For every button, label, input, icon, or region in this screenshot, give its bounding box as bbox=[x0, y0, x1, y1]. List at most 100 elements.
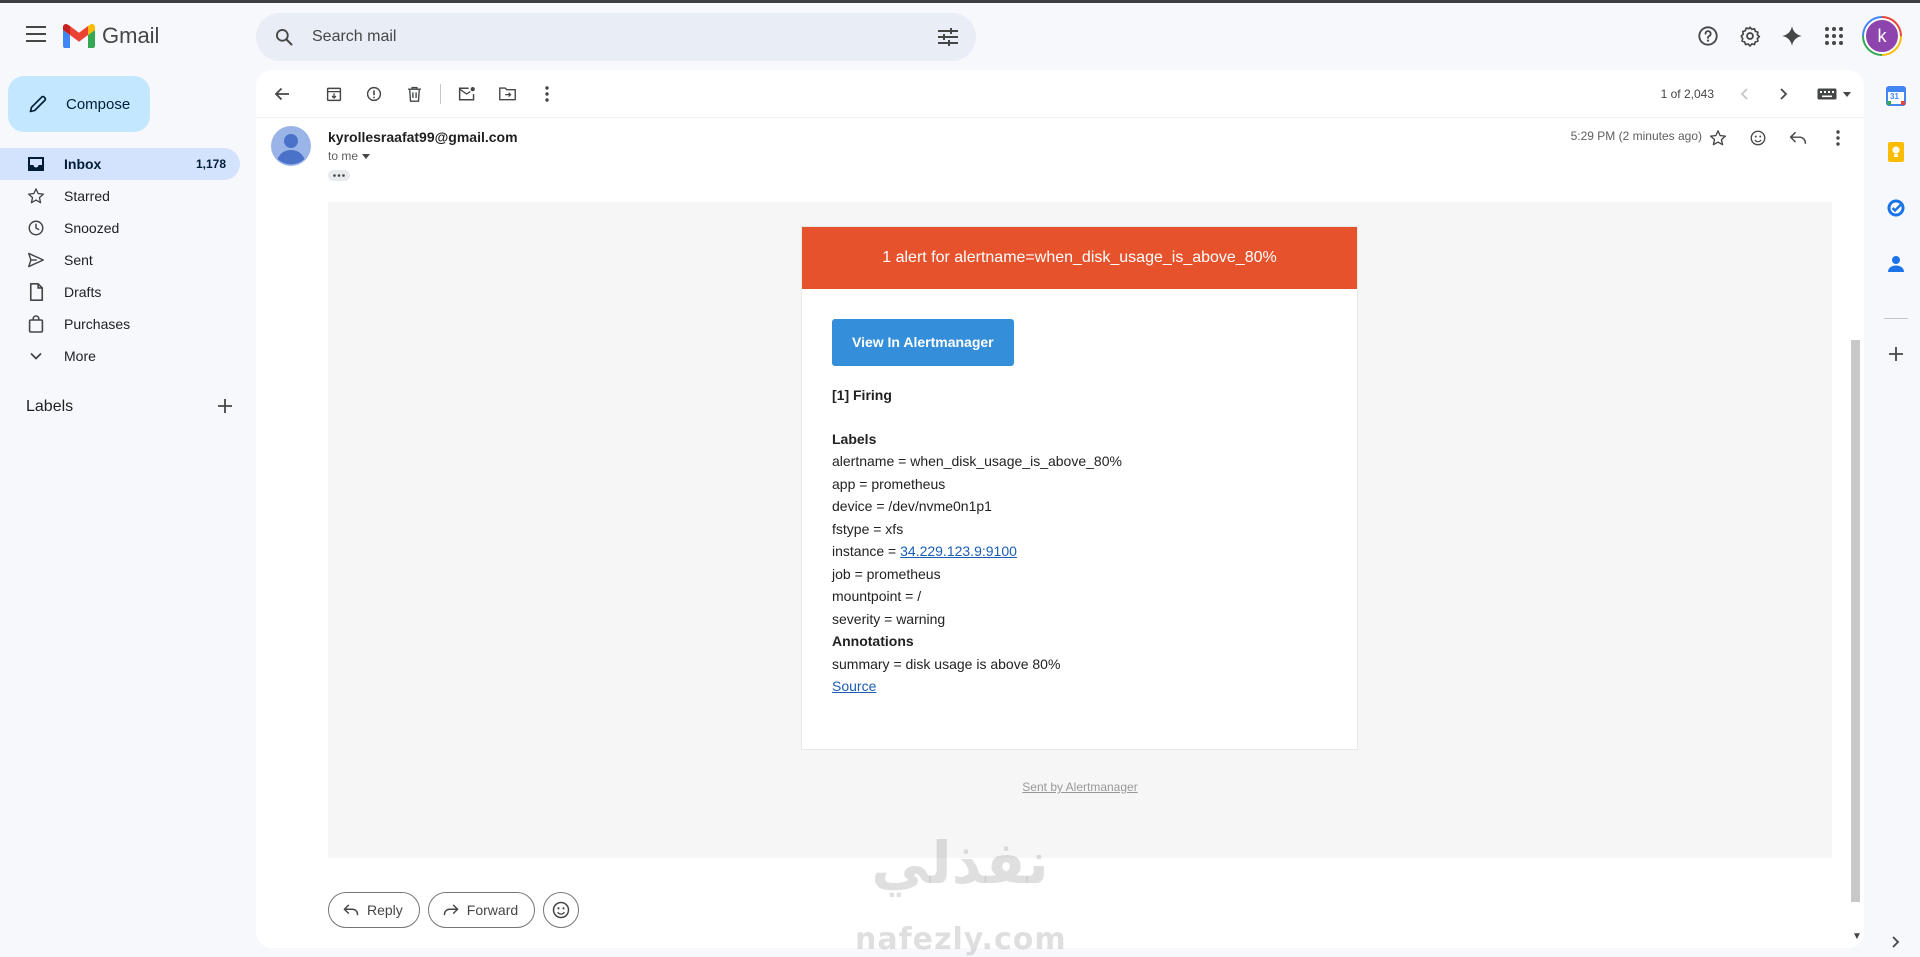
show-trimmed-content-button[interactable] bbox=[328, 170, 350, 181]
label-instance: instance = 34.229.123.9:9100 bbox=[832, 540, 1327, 563]
reply-arrow-icon bbox=[343, 904, 359, 916]
sidebar-item-label: Snoozed bbox=[64, 220, 120, 236]
sidebar-item-label: Inbox bbox=[64, 156, 102, 172]
sender-avatar[interactable] bbox=[271, 126, 311, 169]
label-fstype: fstype = xfs bbox=[832, 520, 904, 537]
sidebar-item-label: Purchases bbox=[64, 316, 131, 332]
search-options-icon[interactable] bbox=[920, 28, 976, 46]
label-job: job = prometheus bbox=[832, 565, 941, 582]
forward-arrow-icon bbox=[443, 904, 459, 916]
chevron-right-icon[interactable] bbox=[1764, 74, 1804, 114]
labels-title: Labels bbox=[26, 398, 74, 415]
pencil-icon bbox=[29, 95, 47, 113]
search-bar[interactable] bbox=[256, 13, 976, 61]
draft-icon bbox=[26, 283, 46, 301]
forward-label: Forward bbox=[466, 902, 519, 918]
reply-label: Reply bbox=[367, 902, 403, 918]
gmail-logo[interactable]: Gmail bbox=[63, 23, 159, 49]
forward-button[interactable]: Forward bbox=[427, 892, 536, 928]
sidebar-item-starred[interactable]: Starred bbox=[0, 180, 240, 212]
account-avatar-button[interactable]: k bbox=[1862, 16, 1902, 56]
contacts-icon[interactable] bbox=[1880, 248, 1912, 280]
reply-bar: Reply Forward bbox=[328, 892, 580, 928]
instance-link[interactable]: 34.229.123.9:9100 bbox=[900, 543, 1017, 559]
pager-text: 1 of 2,043 bbox=[1660, 87, 1714, 101]
report-spam-icon[interactable] bbox=[354, 74, 394, 114]
delete-trash-icon[interactable] bbox=[394, 74, 434, 114]
sidebar-item-sent[interactable]: Sent bbox=[0, 244, 240, 276]
source-link[interactable]: Source bbox=[832, 678, 876, 694]
recipient-label: to me bbox=[328, 149, 359, 163]
compose-button[interactable]: Compose bbox=[8, 76, 150, 132]
reply-icon[interactable] bbox=[1778, 118, 1818, 158]
avatar: k bbox=[1864, 18, 1900, 54]
toolbar-divider bbox=[440, 83, 441, 104]
sent-by-link[interactable]: Sent by Alertmanager bbox=[1022, 780, 1137, 794]
search-icon[interactable] bbox=[256, 27, 312, 47]
label-app: app = prometheus bbox=[832, 475, 946, 492]
sidebar-item-more[interactable]: More bbox=[0, 340, 240, 372]
search-input[interactable] bbox=[312, 28, 920, 46]
apps-grid-icon[interactable] bbox=[1814, 16, 1854, 56]
calendar-icon[interactable]: 31 bbox=[1880, 80, 1912, 112]
expand-panel-chevron-icon[interactable] bbox=[1880, 926, 1912, 957]
mark-unread-icon[interactable] bbox=[447, 74, 487, 114]
pagination: 1 of 2,043 bbox=[1661, 74, 1864, 114]
unread-count: 1,178 bbox=[195, 157, 226, 171]
footer-sent-by: Sent by Alertmanager bbox=[328, 780, 1832, 794]
side-panel: 31 bbox=[1872, 70, 1920, 957]
add-reaction-icon[interactable] bbox=[1738, 118, 1778, 158]
message-more-vert-icon[interactable] bbox=[1818, 118, 1858, 158]
recipient-summary[interactable]: to me bbox=[328, 149, 371, 163]
gemini-sparkle-icon[interactable] bbox=[1772, 16, 1812, 56]
compose-label: Compose bbox=[66, 95, 131, 113]
archive-icon[interactable] bbox=[314, 74, 354, 114]
chevron-down-icon bbox=[26, 352, 46, 360]
sidebar-nav: Inbox 1,178 Starred Snoozed Sent Drafts … bbox=[0, 148, 240, 372]
emoji-reaction-button[interactable] bbox=[543, 892, 580, 928]
firing-heading: [1] Firing bbox=[832, 387, 892, 403]
star-icon bbox=[26, 187, 46, 205]
label-device: device = /dev/nvme0n1p1 bbox=[832, 498, 992, 514]
sidebar-item-drafts[interactable]: Drafts bbox=[0, 276, 240, 308]
sidebar-item-snoozed[interactable]: Snoozed bbox=[0, 212, 240, 244]
move-to-folder-icon[interactable] bbox=[487, 74, 527, 114]
add-label-icon[interactable] bbox=[218, 398, 232, 416]
shopping-bag-icon bbox=[26, 315, 46, 333]
view-in-alertmanager-button[interactable]: View In Alertmanager bbox=[832, 319, 1014, 366]
sidebar-item-purchases[interactable]: Purchases bbox=[0, 308, 240, 340]
sidebar-item-inbox[interactable]: Inbox 1,178 bbox=[0, 148, 240, 180]
annotation-summary: summary = disk usage is above 80% bbox=[832, 655, 1061, 672]
tasks-icon[interactable] bbox=[1880, 192, 1912, 224]
main-menu-button[interactable] bbox=[16, 14, 56, 54]
email-body: 1 alert for alertname=when_disk_usage_is… bbox=[328, 202, 1832, 858]
more-vert-icon[interactable] bbox=[527, 74, 567, 114]
sidebar-item-label: Sent bbox=[64, 252, 93, 268]
scroll-down-arrow[interactable]: ▼ bbox=[1850, 931, 1864, 942]
labels-heading: Labels bbox=[832, 430, 877, 447]
reply-button[interactable]: Reply bbox=[328, 892, 420, 928]
scrollbar-thumb[interactable] bbox=[1851, 340, 1860, 902]
star-message-icon[interactable] bbox=[1698, 118, 1738, 158]
alert-banner: 1 alert for alertname=when_disk_usage_is… bbox=[802, 227, 1357, 289]
menu-icon bbox=[26, 26, 46, 42]
message-toolbar: 1 of 2,043 bbox=[256, 70, 1864, 118]
help-icon[interactable] bbox=[1688, 16, 1728, 56]
sender-email[interactable]: kyrollesraafat99@gmail.com bbox=[328, 129, 518, 145]
instance-prefix: instance = bbox=[832, 543, 901, 559]
alert-card: 1 alert for alertname=when_disk_usage_is… bbox=[801, 226, 1358, 750]
label-alertname: alertname = when_disk_usage_is_above_80% bbox=[832, 453, 1122, 469]
label-severity: severity = warning bbox=[832, 610, 946, 627]
inbox-icon bbox=[26, 156, 46, 172]
settings-gear-icon[interactable] bbox=[1730, 16, 1770, 56]
header-actions: k bbox=[1688, 16, 1902, 56]
add-addon-icon[interactable] bbox=[1880, 338, 1912, 370]
back-arrow-icon[interactable] bbox=[262, 74, 302, 114]
keep-icon[interactable] bbox=[1880, 136, 1912, 168]
chevron-left-icon[interactable] bbox=[1724, 74, 1764, 114]
label-mountpoint: mountpoint = / bbox=[832, 588, 922, 604]
caret-down-icon bbox=[362, 153, 371, 159]
input-tools-keyboard-icon[interactable] bbox=[1804, 74, 1864, 114]
gmail-m-icon bbox=[63, 24, 95, 48]
clock-icon bbox=[26, 219, 46, 237]
